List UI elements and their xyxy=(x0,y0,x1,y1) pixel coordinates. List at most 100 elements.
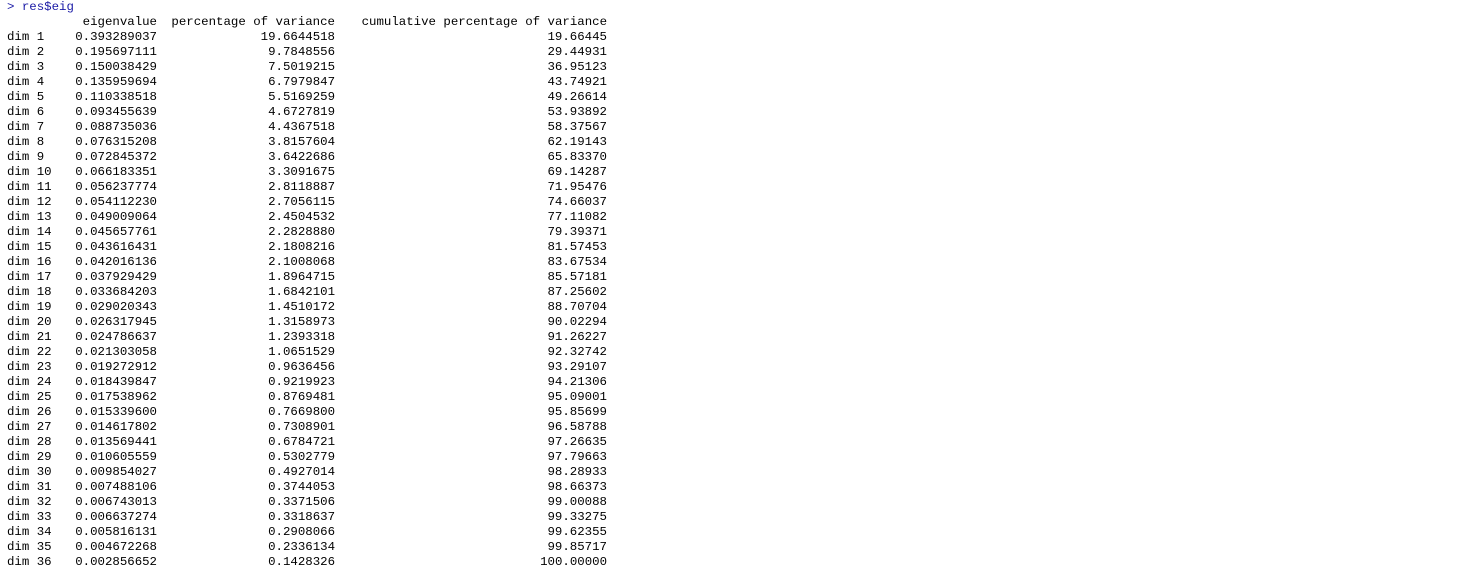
table-row: dim 2 0.195697111 9.7848556 29.44931 xyxy=(7,45,607,60)
percentage-cell: 1.0651529 xyxy=(268,345,335,359)
row-name: dim 4 xyxy=(7,75,45,89)
cumulative-cell: 88.70704 xyxy=(547,300,608,314)
row-name: dim 2 xyxy=(7,45,45,59)
command-text: res$eig xyxy=(21,0,74,14)
table-row: dim 19 0.029020343 1.4510172 88.70704 xyxy=(7,300,607,315)
percentage-cell: 1.8964715 xyxy=(268,270,335,284)
eigenvalue-cell: 0.006637274 xyxy=(75,510,157,524)
row-name: dim 30 xyxy=(7,465,52,479)
cumulative-cell: 69.14287 xyxy=(547,165,608,179)
percentage-cell: 2.7056115 xyxy=(268,195,335,209)
cumulative-cell: 99.33275 xyxy=(547,510,608,524)
table-row: dim 31 0.007488106 0.3744053 98.66373 xyxy=(7,480,607,495)
percentage-cell: 2.8118887 xyxy=(268,180,335,194)
eigenvalue-cell: 0.007488106 xyxy=(75,480,157,494)
cumulative-cell: 91.26227 xyxy=(547,330,608,344)
cumulative-cell: 94.21306 xyxy=(547,375,608,389)
percentage-cell: 3.8157604 xyxy=(268,135,335,149)
table-row: dim 33 0.006637274 0.3318637 99.33275 xyxy=(7,510,607,525)
percentage-of-variance-header: percentage of variance xyxy=(171,15,335,29)
eigenvalue-cell: 0.019272912 xyxy=(75,360,157,374)
table-row: dim 16 0.042016136 2.1008068 83.67534 xyxy=(7,255,607,270)
percentage-cell: 0.8769481 xyxy=(268,390,335,404)
row-name: dim 3 xyxy=(7,60,45,74)
eigenvalue-cell: 0.093455639 xyxy=(75,105,157,119)
percentage-cell: 1.2393318 xyxy=(268,330,335,344)
table-row: dim 30 0.009854027 0.4927014 98.28933 xyxy=(7,465,607,480)
eigenvalue-cell: 0.010605559 xyxy=(75,450,157,464)
eigenvalue-cell: 0.066183351 xyxy=(75,165,157,179)
eigenvalue-cell: 0.150038429 xyxy=(75,60,157,74)
table-row: dim 29 0.010605559 0.5302779 97.79663 xyxy=(7,450,607,465)
cumulative-cell: 53.93892 xyxy=(547,105,608,119)
row-name: dim 6 xyxy=(7,105,45,119)
table-row: dim 25 0.017538962 0.8769481 95.09001 xyxy=(7,390,607,405)
row-name-header xyxy=(7,15,63,30)
table-row: dim 35 0.004672268 0.2336134 99.85717 xyxy=(7,540,607,555)
row-name: dim 26 xyxy=(7,405,52,419)
eigenvalue-cell: 0.088735036 xyxy=(75,120,157,134)
row-name: dim 25 xyxy=(7,390,52,404)
row-name: dim 12 xyxy=(7,195,52,209)
console-prompt: > xyxy=(7,0,22,14)
table-row: dim 14 0.045657761 2.2828880 79.39371 xyxy=(7,225,607,240)
table-row: dim 11 0.056237774 2.8118887 71.95476 xyxy=(7,180,607,195)
percentage-cell: 1.6842101 xyxy=(268,285,335,299)
percentage-cell: 1.3158973 xyxy=(268,315,335,329)
eigenvalue-cell: 0.072845372 xyxy=(75,150,157,164)
eigenvalue-cell: 0.017538962 xyxy=(75,390,157,404)
percentage-cell: 0.5302779 xyxy=(268,450,335,464)
eigenvalue-cell: 0.042016136 xyxy=(75,255,157,269)
eigenvalue-cell: 0.002856652 xyxy=(75,555,157,569)
percentage-cell: 0.4927014 xyxy=(268,465,335,479)
cumulative-cell: 93.29107 xyxy=(547,360,608,374)
table-header-row: eigenvalue percentage of variance cumula… xyxy=(7,15,607,30)
row-name: dim 27 xyxy=(7,420,52,434)
cumulative-cell: 29.44931 xyxy=(547,45,608,59)
table-row: dim 32 0.006743013 0.3371506 99.00088 xyxy=(7,495,607,510)
percentage-cell: 2.2828880 xyxy=(268,225,335,239)
eigenvalue-header: eigenvalue xyxy=(82,15,157,29)
row-name: dim 7 xyxy=(7,120,45,134)
cumulative-cell: 98.66373 xyxy=(547,480,608,494)
cumulative-cell: 65.83370 xyxy=(547,150,608,164)
percentage-cell: 0.2336134 xyxy=(268,540,335,554)
row-name: dim 23 xyxy=(7,360,52,374)
eigenvalue-cell: 0.045657761 xyxy=(75,225,157,239)
cumulative-cell: 97.79663 xyxy=(547,450,608,464)
cumulative-cell: 43.74921 xyxy=(547,75,608,89)
row-name: dim 9 xyxy=(7,150,45,164)
percentage-cell: 5.5169259 xyxy=(268,90,335,104)
cumulative-cell: 95.09001 xyxy=(547,390,608,404)
table-row: dim 10 0.066183351 3.3091675 69.14287 xyxy=(7,165,607,180)
cumulative-cell: 100.00000 xyxy=(540,555,607,569)
percentage-cell: 0.3371506 xyxy=(268,495,335,509)
row-name: dim 18 xyxy=(7,285,52,299)
row-name: dim 11 xyxy=(7,180,52,194)
table-row: dim 17 0.037929429 1.8964715 85.57181 xyxy=(7,270,607,285)
command-line: > res$eig xyxy=(7,0,607,15)
percentage-cell: 0.1428326 xyxy=(268,555,335,569)
table-row: dim 26 0.015339600 0.7669800 95.85699 xyxy=(7,405,607,420)
cumulative-cell: 19.66445 xyxy=(547,30,608,44)
table-row: dim 34 0.005816131 0.2908066 99.62355 xyxy=(7,525,607,540)
percentage-cell: 3.3091675 xyxy=(268,165,335,179)
cumulative-cell: 49.26614 xyxy=(547,90,608,104)
table-row: dim 27 0.014617802 0.7308901 96.58788 xyxy=(7,420,607,435)
percentage-cell: 0.3318637 xyxy=(268,510,335,524)
row-name: dim 32 xyxy=(7,495,52,509)
cumulative-cell: 85.57181 xyxy=(547,270,608,284)
eigenvalue-cell: 0.026317945 xyxy=(75,315,157,329)
row-name: dim 21 xyxy=(7,330,52,344)
cumulative-cell: 79.39371 xyxy=(547,225,608,239)
row-name: dim 34 xyxy=(7,525,52,539)
table-row: dim 23 0.019272912 0.9636456 93.29107 xyxy=(7,360,607,375)
table-row: dim 18 0.033684203 1.6842101 87.25602 xyxy=(7,285,607,300)
table-row: dim 20 0.026317945 1.3158973 90.02294 xyxy=(7,315,607,330)
cumulative-cell: 81.57453 xyxy=(547,240,608,254)
eigenvalue-cell: 0.013569441 xyxy=(75,435,157,449)
percentage-cell: 0.6784721 xyxy=(268,435,335,449)
percentage-cell: 2.1008068 xyxy=(268,255,335,269)
table-row: dim 13 0.049009064 2.4504532 77.11082 xyxy=(7,210,607,225)
table-row: dim 24 0.018439847 0.9219923 94.21306 xyxy=(7,375,607,390)
